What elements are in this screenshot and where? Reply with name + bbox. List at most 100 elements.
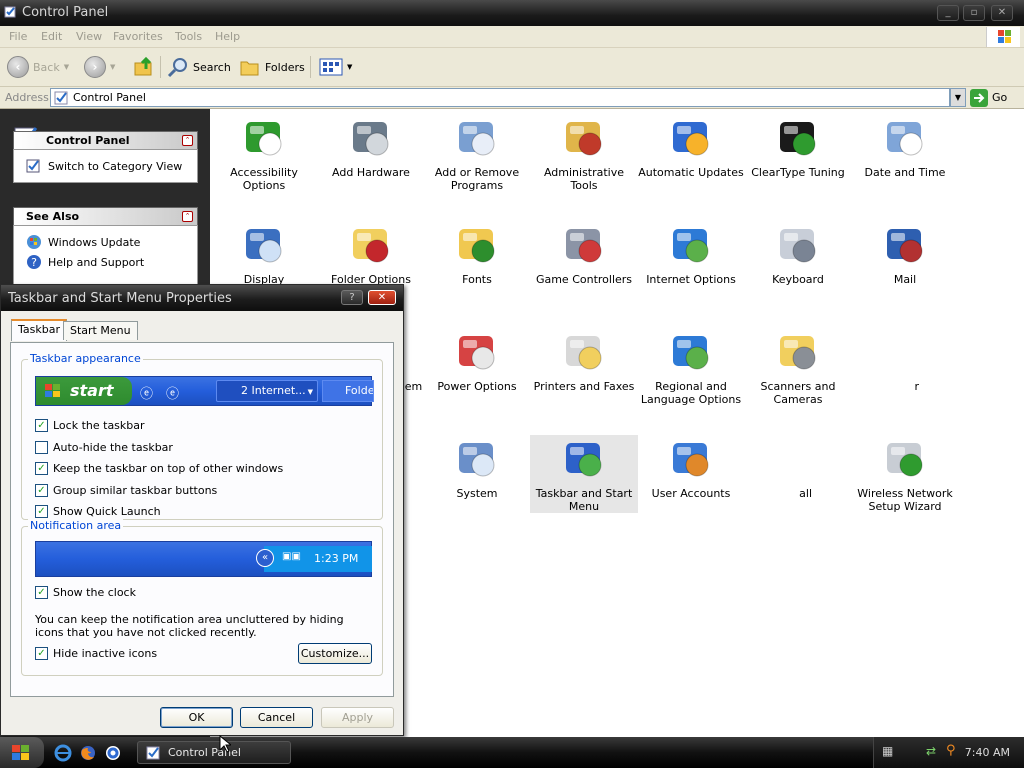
control-panel-item[interactable]: r: [851, 328, 959, 393]
taskbar: Control Panel ▦ ⇄ ⚲ 7:40 AM: [0, 735, 1024, 768]
quick-launch-icon[interactable]: [104, 744, 122, 762]
control-panel-item[interactable]: Fonts: [423, 221, 531, 286]
address-dropdown-button[interactable]: ▼: [950, 88, 966, 107]
menu-favorites[interactable]: Favorites: [113, 30, 163, 43]
windows-update-link[interactable]: Windows Update: [14, 232, 197, 252]
taskbar-option-checkbox[interactable]: ✓ Lock the taskbar: [35, 419, 145, 432]
up-folder-button[interactable]: [133, 54, 155, 80]
search-button[interactable]: Search: [167, 54, 231, 80]
notification-preview: « ▣▣ 1:23 PM: [35, 541, 372, 577]
control-panel-item[interactable]: Printers and Faxes: [530, 328, 638, 393]
firefox-icon[interactable]: [79, 744, 97, 762]
preview-task-button: 2 Internet... ▼: [216, 380, 318, 402]
dialog-close-button[interactable]: ✕: [368, 290, 396, 305]
control-panel-item-label: Regional and Language Options: [640, 380, 742, 406]
taskbar-option-checkbox[interactable]: ✓ Group similar taskbar buttons: [35, 483, 217, 497]
control-panel-item[interactable]: Accessibility Options: [210, 114, 318, 192]
internet-explorer-icon[interactable]: [54, 744, 72, 762]
tab-taskbar[interactable]: Taskbar: [11, 319, 67, 341]
control-panel-item[interactable]: ClearType Tuning: [744, 114, 852, 179]
control-panel-item-label: ClearType Tuning: [751, 166, 845, 179]
add-remove-programs-icon: [453, 114, 501, 162]
notification-area-legend: Notification area: [28, 519, 124, 532]
control-panel-item[interactable]: Internet Options: [637, 221, 745, 286]
taskbar-clock[interactable]: 7:40 AM: [965, 746, 1010, 759]
help-and-support-link[interactable]: ? Help and Support: [14, 252, 197, 272]
control-panel-item-label: Keyboard: [772, 273, 824, 286]
hide-inactive-icons-checkbox[interactable]: ✓ Hide inactive icons: [35, 647, 157, 660]
control-panel-item-label: Accessibility Options: [230, 166, 298, 192]
folders-button[interactable]: Folders: [239, 54, 305, 80]
game-controllers-icon: [560, 221, 608, 269]
control-panel-item-label: System: [456, 487, 498, 500]
start-button[interactable]: [0, 737, 44, 768]
go-button[interactable]: Go: [970, 88, 1007, 107]
control-panel-item[interactable]: System: [423, 435, 531, 500]
keyboard-tray-icon[interactable]: ▦: [882, 744, 893, 758]
control-panel-item[interactable]: Add Hardware: [317, 114, 425, 179]
taskbar-option-label: Auto-hide the taskbar: [53, 440, 173, 454]
control-panel-item-label: Administrative Tools: [543, 166, 625, 192]
control-panel-item-label: Date and Time: [864, 166, 946, 179]
menu-help[interactable]: Help: [215, 30, 240, 43]
maximize-button[interactable]: ▫: [963, 5, 985, 21]
dialog-title-bar: Taskbar and Start Menu Properties ? ✕: [1, 285, 403, 311]
menu-file[interactable]: File: [9, 30, 27, 43]
ok-button[interactable]: OK: [160, 707, 233, 728]
control-panel-item[interactable]: Power Options: [423, 328, 531, 393]
cancel-button[interactable]: Cancel: [240, 707, 313, 728]
taskbar-option-checkbox[interactable]: ✓ Show Quick Launch: [35, 505, 161, 518]
taskbar-preview: start ⓔ ⓔ 2 Internet... ▼ Folde: [35, 376, 374, 406]
control-panel-item-label: Scanners and Cameras: [760, 380, 836, 406]
menu-edit[interactable]: Edit: [41, 30, 62, 43]
back-button[interactable]: ‹ Back ▼: [7, 54, 69, 80]
network-tray-icon[interactable]: ⇄: [926, 744, 936, 758]
control-panel-section-header[interactable]: Control Panel ⌃: [13, 131, 198, 149]
control-panel-item[interactable]: User Accounts: [637, 435, 745, 500]
dialog-help-button[interactable]: ?: [341, 290, 363, 305]
control-panel-item[interactable]: Date and Time: [851, 114, 959, 179]
show-clock-checkbox[interactable]: ✓ Show the clock: [35, 586, 136, 599]
control-panel-item[interactable]: Keyboard: [744, 221, 852, 286]
toolbar: ‹ Back ▼ › ▼ Search Folders ▼: [0, 48, 1024, 87]
control-panel-item[interactable]: Folder Options: [317, 221, 425, 286]
preview-task-label: 2 Internet...: [241, 384, 306, 397]
control-panel-item[interactable]: Taskbar and Start Menu: [530, 435, 638, 513]
control-panel-item[interactable]: Display: [210, 221, 318, 286]
tab-start-menu[interactable]: Start Menu: [63, 321, 138, 340]
menu-tools[interactable]: Tools: [175, 30, 202, 43]
see-also-section-header[interactable]: See Also ⌃: [13, 207, 198, 225]
taskbar-control-panel-button[interactable]: Control Panel: [137, 741, 291, 764]
taskbar-option-checkbox[interactable]: ✓ Keep the taskbar on top of other window…: [35, 462, 283, 475]
customize-button[interactable]: Customize...: [298, 643, 372, 664]
control-panel-item[interactable]: Scanners and Cameras: [744, 328, 852, 406]
control-panel-item[interactable]: Regional and Language Options: [637, 328, 745, 406]
menu-view[interactable]: View: [76, 30, 102, 43]
display-icon: [240, 221, 288, 269]
address-label: Address: [5, 91, 49, 104]
forward-button[interactable]: › ▼: [84, 54, 115, 80]
up-folder-icon: [134, 56, 152, 76]
control-panel-item[interactable]: Automatic Updates: [637, 114, 745, 179]
collapse-icon[interactable]: ⌃: [182, 211, 193, 222]
apply-button[interactable]: Apply: [321, 707, 394, 728]
views-button[interactable]: ▼: [319, 54, 352, 80]
taskbar-option-checkbox[interactable]: Auto-hide the taskbar: [35, 440, 173, 454]
control-panel-item[interactable]: Wireless Network Setup Wizard: [851, 435, 959, 513]
close-button[interactable]: ✕: [991, 5, 1013, 21]
collapse-icon[interactable]: ⌃: [182, 135, 193, 146]
address-input[interactable]: Control Panel: [50, 88, 950, 107]
control-panel-item[interactable]: Game Controllers: [530, 221, 638, 286]
taskbar-option-label: Lock the taskbar: [53, 419, 145, 432]
control-panel-item-label: r: [914, 380, 919, 393]
control-panel-item[interactable]: Administrative Tools: [530, 114, 638, 192]
control-panel-item[interactable]: Mail: [851, 221, 959, 286]
minimize-button[interactable]: _: [937, 5, 959, 21]
control-panel-item[interactable]: Add or Remove Programs: [423, 114, 531, 192]
switch-to-category-view-link[interactable]: Switch to Category View: [14, 156, 197, 176]
control-panel-item[interactable]: all: [744, 435, 852, 500]
taskbar-option-label: Show Quick Launch: [53, 505, 161, 518]
control-panel-item-label: Add or Remove Programs: [434, 166, 520, 192]
search-tray-icon[interactable]: ⚲: [946, 743, 956, 758]
date-time-icon: [881, 114, 929, 162]
